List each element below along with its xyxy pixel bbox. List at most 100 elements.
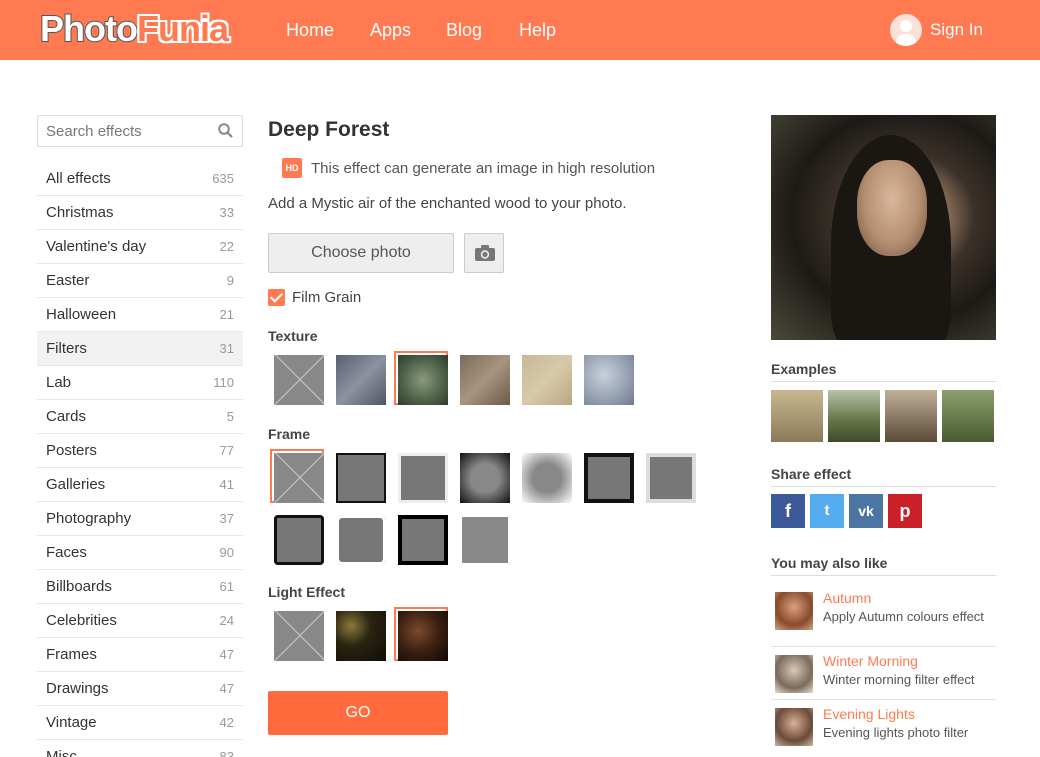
category-photography[interactable]: Photography 37 <box>37 502 243 536</box>
sign-in-button[interactable]: Sign In <box>890 14 983 46</box>
category-count: 90 <box>219 545 234 560</box>
frame-option[interactable] <box>456 511 510 565</box>
category-cards[interactable]: Cards 5 <box>37 400 243 434</box>
facebook-share-button[interactable]: f <box>771 494 805 528</box>
category-label: Frames <box>46 646 97 663</box>
texture-label: Texture <box>268 328 318 344</box>
category-count: 47 <box>219 647 234 662</box>
go-button[interactable]: GO <box>268 691 448 735</box>
also-like-thumb <box>775 655 813 693</box>
also-like-item[interactable]: Winter Morning Winter morning filter eff… <box>775 653 995 695</box>
category-drawings[interactable]: Drawings 47 <box>37 672 243 706</box>
camera-button[interactable] <box>464 233 504 273</box>
also-like-name[interactable]: Autumn <box>823 590 871 606</box>
category-count: 24 <box>219 613 234 628</box>
frame-swatch <box>522 453 572 503</box>
texture-option-selected[interactable] <box>394 351 448 405</box>
nav-blog[interactable]: Blog <box>446 0 482 60</box>
category-filters[interactable]: Filters 31 <box>37 332 243 366</box>
also-like-desc: Winter morning filter effect <box>823 672 975 687</box>
texture-option[interactable] <box>332 351 386 405</box>
search-icon[interactable] <box>218 123 233 138</box>
choose-photo-button[interactable]: Choose photo <box>268 233 454 273</box>
light-none[interactable] <box>270 607 324 661</box>
search-input[interactable] <box>38 116 208 146</box>
vk-share-button[interactable]: vk <box>849 494 883 528</box>
texture-option[interactable] <box>580 351 634 405</box>
category-misc[interactable]: Misc 83 <box>37 740 243 757</box>
category-label: Misc <box>46 748 77 757</box>
category-count: 42 <box>219 715 234 730</box>
category-vintage[interactable]: Vintage 42 <box>37 706 243 740</box>
category-halloween[interactable]: Halloween 21 <box>37 298 243 332</box>
frame-option[interactable] <box>642 449 696 503</box>
category-valentines-day[interactable]: Valentine's day 22 <box>37 230 243 264</box>
category-label: Billboards <box>46 578 112 595</box>
frame-option[interactable] <box>456 449 510 503</box>
category-celebrities[interactable]: Celebrities 24 <box>37 604 243 638</box>
category-all-effects[interactable]: All effects 635 <box>37 162 243 196</box>
light-effect-label: Light Effect <box>268 584 345 600</box>
category-label: Drawings <box>46 680 109 697</box>
category-count: 635 <box>212 171 234 186</box>
category-count: 41 <box>219 477 234 492</box>
frame-option[interactable] <box>394 449 448 503</box>
category-label: Christmas <box>46 204 114 221</box>
texture-option[interactable] <box>456 351 510 405</box>
also-like-name[interactable]: Evening Lights <box>823 706 915 722</box>
frame-option[interactable] <box>270 511 324 565</box>
example-thumb[interactable] <box>828 390 880 442</box>
category-count: 61 <box>219 579 234 594</box>
film-grain-option[interactable]: Film Grain <box>268 289 361 306</box>
texture-none[interactable] <box>270 351 324 405</box>
category-faces[interactable]: Faces 90 <box>37 536 243 570</box>
also-like-item[interactable]: Autumn Apply Autumn colours effect <box>775 590 995 640</box>
preview-face <box>857 160 927 256</box>
category-galleries[interactable]: Galleries 41 <box>37 468 243 502</box>
frame-option[interactable] <box>580 449 634 503</box>
category-frames[interactable]: Frames 47 <box>37 638 243 672</box>
category-label: Filters <box>46 340 87 357</box>
twitter-share-button[interactable]: t <box>810 494 844 528</box>
category-count: 22 <box>219 239 234 254</box>
pinterest-share-button[interactable]: p <box>888 494 922 528</box>
film-grain-checkbox[interactable] <box>268 289 285 306</box>
category-lab[interactable]: Lab 110 <box>37 366 243 400</box>
category-billboards[interactable]: Billboards 61 <box>37 570 243 604</box>
header: PhotoFunia Home Apps Blog Help Sign In <box>0 0 1040 60</box>
nav-apps[interactable]: Apps <box>370 0 411 60</box>
camera-icon <box>475 245 495 261</box>
also-like-separator <box>771 699 996 700</box>
example-thumb[interactable] <box>771 390 823 442</box>
texture-option[interactable] <box>518 351 572 405</box>
category-label: Easter <box>46 272 90 289</box>
frame-swatch <box>398 453 448 503</box>
example-thumb[interactable] <box>885 390 937 442</box>
light-option[interactable] <box>332 607 386 661</box>
frame-none[interactable] <box>270 449 324 503</box>
frame-swatch <box>336 453 386 503</box>
frame-option[interactable] <box>394 511 448 565</box>
frame-option[interactable] <box>332 449 386 503</box>
example-thumb[interactable] <box>942 390 994 442</box>
also-like-desc: Apply Autumn colours effect <box>823 609 984 624</box>
category-posters[interactable]: Posters 77 <box>37 434 243 468</box>
nav-home[interactable]: Home <box>286 0 334 60</box>
also-like-desc: Evening lights photo filter <box>823 725 969 740</box>
hd-note: This effect can generate an image in hig… <box>311 159 656 177</box>
also-like-thumb <box>775 592 813 630</box>
frame-option[interactable] <box>518 449 572 503</box>
category-easter[interactable]: Easter 9 <box>37 264 243 298</box>
light-option-selected[interactable] <box>394 607 448 661</box>
category-christmas[interactable]: Christmas 33 <box>37 196 243 230</box>
texture-swatch <box>522 355 572 405</box>
frame-option[interactable] <box>332 511 386 565</box>
also-like-name[interactable]: Winter Morning <box>823 653 918 669</box>
photofunia-logo[interactable]: PhotoFunia <box>39 7 229 50</box>
also-like-item[interactable]: Evening Lights Evening lights photo filt… <box>775 706 995 748</box>
nav-help[interactable]: Help <box>519 0 556 60</box>
also-like-separator <box>771 646 996 647</box>
none-placeholder-icon <box>274 611 324 661</box>
category-label: Faces <box>46 544 87 561</box>
also-like-divider <box>771 575 996 576</box>
